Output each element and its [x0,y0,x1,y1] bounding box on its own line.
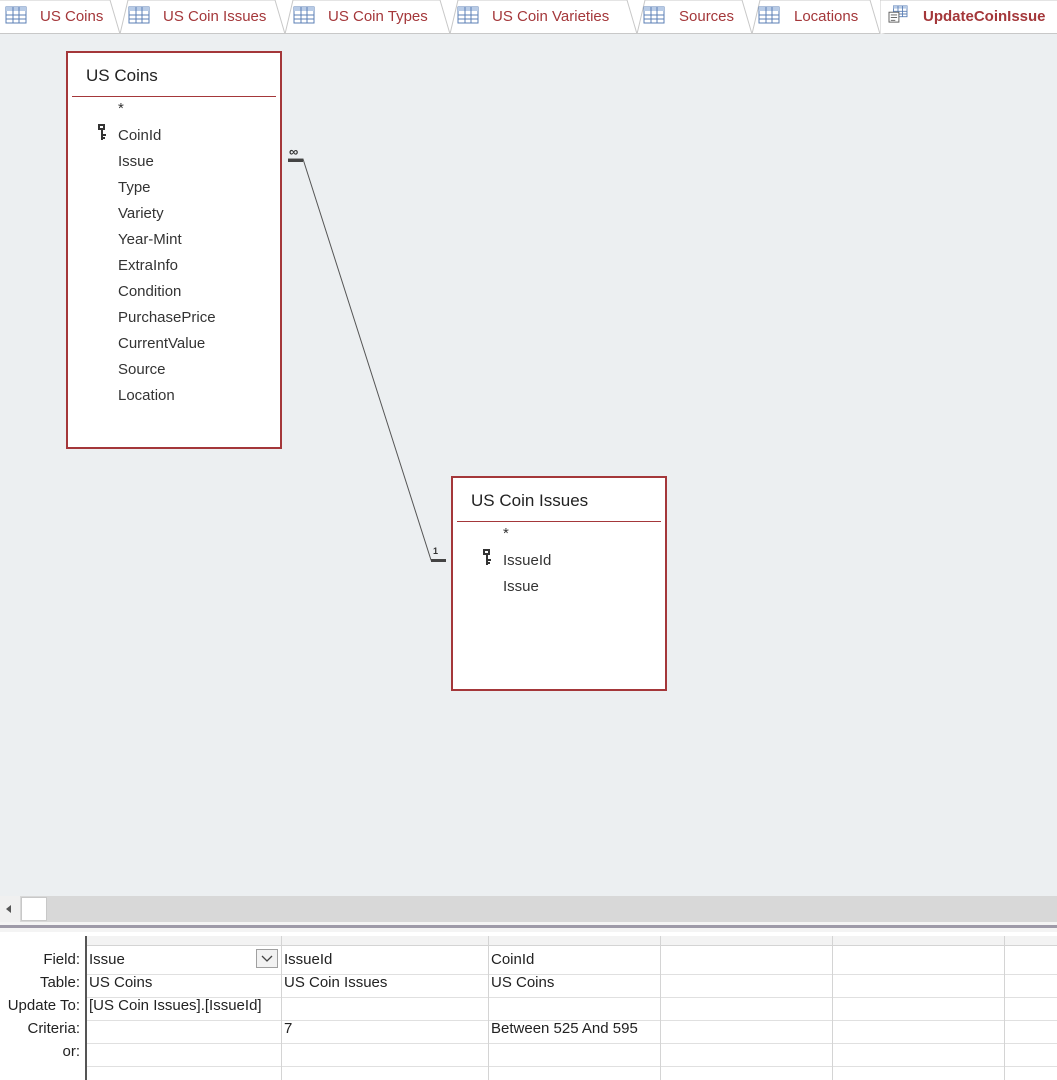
grid-column-line [1004,936,1005,1080]
chevron-left-icon [6,905,11,913]
grid-cell-criteria[interactable]: Between 525 And 595 [491,1020,638,1037]
table-icon [293,6,315,24]
tab-sources[interactable]: Sources [637,0,752,34]
field-item-issue[interactable]: Issue [503,578,539,595]
field-item-coinid[interactable]: CoinId [118,127,161,144]
field-item-purchaseprice[interactable]: PurchasePrice [118,309,216,326]
pane-splitter[interactable] [0,922,1057,932]
row-label-field: Field: [43,951,80,968]
field-item-all[interactable]: * [503,525,509,542]
field-item-currentvalue[interactable]: CurrentValue [118,335,205,352]
chevron-down-icon [261,955,273,962]
field-item-variety[interactable]: Variety [118,205,164,222]
tab-update-coin-issue[interactable]: UpdateCoinIssue [880,0,1057,34]
many-side-label: ∞ [289,144,299,159]
tab-label: US Coins [40,8,104,25]
field-list-us-coins[interactable]: US Coins * CoinId Issue Type Variety Yea… [66,51,282,449]
field-list-separator [72,96,276,97]
tab-us-coin-varieties[interactable]: US Coin Varieties [450,0,637,34]
field-item-all[interactable]: * [118,100,124,117]
grid-cell-update-to[interactable]: [US Coin Issues].[IssueId] [89,997,262,1014]
field-list-title: US Coins [86,66,158,85]
query-design-grid-area: Field: Table: Update To: Criteria: or: I… [0,932,1057,1080]
grid-column-line [832,936,833,1080]
primary-key-icon [483,549,491,565]
tab-locations[interactable]: Locations [752,0,880,34]
field-item-type[interactable]: Type [118,179,151,196]
grid-column-line [660,936,661,1080]
grid-cell-criteria[interactable]: 7 [284,1020,292,1037]
tab-us-coin-issues[interactable]: US Coin Issues [120,0,285,34]
field-item-extrainfo[interactable]: ExtraInfo [118,257,178,274]
tab-label: US Coin Varieties [492,8,610,25]
table-icon [128,6,150,24]
grid-cell-table[interactable]: US Coin Issues [284,974,387,991]
row-label-table: Table: [39,974,80,991]
splitter-bar [0,925,1057,928]
table-icon [643,6,665,24]
tab-us-coin-types[interactable]: US Coin Types [285,0,450,34]
query-design-surface[interactable]: ∞ 1 US Coins * CoinId Issue Type Variety… [0,34,1057,896]
grid-row-line [87,1066,1057,1067]
field-item-condition[interactable]: Condition [118,283,181,300]
tab-label: US Coin Issues [163,8,267,25]
scroll-thumb[interactable] [21,897,47,921]
table-icon [758,6,780,24]
grid-cell-field[interactable]: IssueId [284,951,332,968]
grid-column-line [281,936,282,1080]
field-dropdown-button[interactable] [256,949,278,968]
grid-column-line [488,936,489,1080]
row-label-criteria: Criteria: [27,1020,80,1037]
tab-label: UpdateCoinIssue [923,8,1046,25]
table-icon [5,6,27,24]
column-selector-row[interactable] [87,936,1057,946]
row-label-update-to: Update To: [7,997,80,1014]
field-list-title: US Coin Issues [471,491,589,510]
field-list-separator [457,521,661,522]
tab-us-coins[interactable]: US Coins [0,0,120,34]
grid-cell-field[interactable]: CoinId [491,951,534,968]
scroll-left-button[interactable] [0,896,20,922]
design-horizontal-scrollbar[interactable] [0,896,1057,922]
field-item-location[interactable]: Location [118,387,175,404]
table-icon [457,6,479,24]
grid-row-line [87,974,1057,975]
primary-key-icon [98,124,106,140]
grid-cell-table[interactable]: US Coins [89,974,152,991]
tab-label: Sources [679,8,735,25]
field-item-issueid[interactable]: IssueId [503,552,551,569]
field-item-year-mint[interactable]: Year-Mint [118,231,182,248]
field-list-us-coin-issues[interactable]: US Coin Issues * IssueId Issue [451,476,667,691]
document-tab-bar: US Coins US Coin Issues US Coin Types US… [0,0,1057,34]
grid-cell-table[interactable]: US Coins [491,974,554,991]
tab-label: US Coin Types [328,8,428,25]
query-design-grid[interactable]: Issue US Coins [US Coin Issues].[IssueId… [85,936,1057,1080]
field-item-issue[interactable]: Issue [118,153,154,170]
tab-label: Locations [794,8,859,25]
field-item-source[interactable]: Source [118,361,166,378]
row-label-or: or: [62,1043,80,1060]
update-query-icon [888,5,908,23]
grid-row-line [87,1043,1057,1044]
one-side-label: 1 [433,546,439,556]
grid-cell-field[interactable]: Issue [89,951,125,968]
